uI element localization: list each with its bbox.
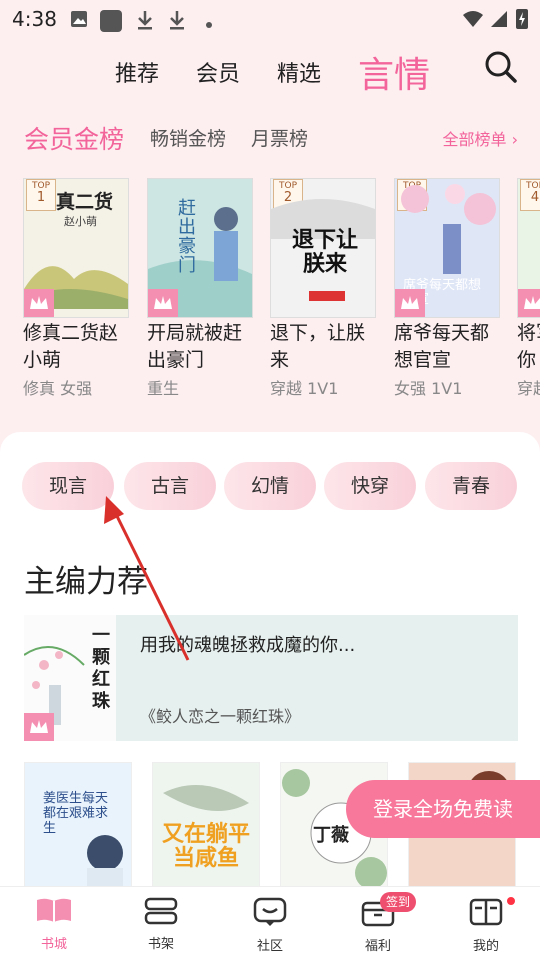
status-bar: 4:38 bbox=[0, 0, 540, 36]
top-rank-tag: TOP1 bbox=[26, 179, 56, 211]
publisher-logo bbox=[309, 291, 345, 301]
category-chip-ancient-romance[interactable]: 古言 bbox=[124, 462, 216, 510]
book-title[interactable]: 席爷每天都想官宣 bbox=[394, 320, 500, 374]
ranked-book[interactable]: TOP1 赶出豪门 开局就被赶出豪门 重生 bbox=[147, 178, 253, 399]
book-cover[interactable]: TOP 2 退下让朕来 bbox=[270, 178, 376, 318]
ranked-book[interactable]: TOP 2 退下让朕来 退下，让朕来 穿越 1V1 bbox=[270, 178, 376, 399]
app-icon bbox=[100, 10, 122, 36]
dot-icon bbox=[205, 14, 213, 33]
bottom-tab-label: 福利 bbox=[364, 939, 391, 954]
book-cover[interactable]: TOP1 赶出豪门 bbox=[147, 178, 253, 318]
book-title[interactable]: 《鲛人恋之一颗红珠》 bbox=[140, 703, 300, 727]
all-rankings-link[interactable]: 全部榜单 › bbox=[443, 126, 519, 150]
book-tags: 重生 bbox=[147, 379, 180, 398]
cover-title: 退下让朕来 bbox=[291, 228, 358, 277]
cover-title: 姜医生每天都在艰难求生 bbox=[43, 791, 109, 836]
book-cover[interactable]: TOP 1 真二货 赵小萌 bbox=[23, 178, 129, 318]
top-rank-tag: TOP4 bbox=[520, 179, 540, 211]
vip-crown-icon bbox=[24, 289, 54, 317]
ranked-book[interactable]: TOP 1 真二货 赵小萌 修真二货赵小萌 修真 女强 bbox=[23, 178, 129, 399]
section-title: 主编力荐 bbox=[24, 564, 148, 600]
book-cover[interactable]: TOP3 席爷每天都想官宣 bbox=[394, 178, 500, 318]
image-icon bbox=[70, 10, 88, 32]
book-title[interactable]: 退下，让朕来 bbox=[270, 320, 376, 374]
cover-title: 赶出豪门 bbox=[178, 198, 196, 276]
book-title[interactable]: 修真二货赵小萌 bbox=[23, 320, 129, 374]
bottom-tab-bookstore[interactable]: 书城 bbox=[24, 897, 84, 952]
top-nav: 推荐 会员 精选 言情 bbox=[0, 44, 540, 100]
bottom-tab-bookshelf[interactable]: 书架 bbox=[131, 897, 191, 952]
vip-crown-icon bbox=[24, 713, 54, 741]
vip-crown-icon bbox=[148, 289, 178, 317]
book-cover[interactable]: TOP4 bbox=[517, 178, 540, 318]
category-chip-youth[interactable]: 青春 bbox=[425, 462, 517, 510]
book-title[interactable]: 开局就被赶出豪门 bbox=[147, 320, 253, 374]
search-icon[interactable] bbox=[484, 50, 518, 88]
tab-member[interactable]: 会员 bbox=[196, 56, 240, 88]
ranked-book[interactable]: TOP4 将军喊你 穿越 bbox=[517, 178, 540, 399]
tab-featured[interactable]: 精选 bbox=[277, 56, 321, 88]
rank-tab-bestseller[interactable]: 畅销金榜 bbox=[150, 124, 226, 151]
cover-title: 真二货 bbox=[56, 191, 114, 213]
wifi-icon bbox=[462, 10, 484, 32]
profile-icon bbox=[469, 898, 503, 931]
bottom-tab-bar: 书城 书架 社区 福利 我的 bbox=[0, 886, 540, 961]
vip-crown-icon bbox=[395, 289, 425, 317]
bookshelf-icon bbox=[144, 897, 178, 929]
welfare-icon bbox=[361, 901, 395, 931]
bottom-tab-label: 社区 bbox=[256, 939, 283, 954]
tab-romance[interactable]: 言情 bbox=[358, 46, 430, 98]
editor-recommend-card[interactable]: 一颗红珠 用我的魂魄拯救成魔的你... 《鲛人恋之一颗红珠》 bbox=[24, 615, 518, 741]
category-chip-modern-romance[interactable]: 现言 bbox=[22, 462, 114, 510]
book-description: 用我的魂魄拯救成魔的你... bbox=[140, 635, 356, 656]
bottom-tab-label: 书架 bbox=[147, 937, 174, 952]
bottom-tab-profile[interactable]: 我的 bbox=[456, 897, 516, 954]
checkin-badge[interactable]: 签到 bbox=[380, 892, 416, 912]
ranked-book[interactable]: TOP3 席爷每天都想官宣 席爷每天都想官宣 女强 1V1 bbox=[394, 178, 500, 399]
download-icon bbox=[168, 10, 186, 34]
rank-tab-monthly-ticket[interactable]: 月票榜 bbox=[251, 124, 308, 151]
battery-icon bbox=[516, 7, 528, 33]
signal-icon bbox=[490, 10, 508, 32]
tab-recommend[interactable]: 推荐 bbox=[115, 56, 159, 88]
book-tags: 穿越 1V1 bbox=[270, 379, 339, 398]
category-chip-fantasy-romance[interactable]: 幻情 bbox=[224, 462, 316, 510]
status-time: 4:38 bbox=[12, 7, 57, 31]
book-title[interactable]: 将军喊你 bbox=[517, 320, 540, 374]
login-free-read-button[interactable]: 登录全场免费读 bbox=[346, 780, 540, 838]
category-chips: 现言 古言 幻情 快穿 青春 bbox=[22, 462, 540, 512]
book-cover[interactable]: 姜医生每天都在艰难求生 bbox=[24, 762, 132, 894]
book-cover[interactable]: 一颗红珠 bbox=[24, 615, 116, 741]
cover-title: 又在躺平当咸鱼 bbox=[161, 822, 250, 871]
rank-tabs: 会员金榜 畅销金榜 月票榜 全部榜单 › bbox=[0, 120, 540, 156]
book-tags: 穿越 bbox=[517, 379, 540, 398]
download-icon bbox=[136, 10, 154, 34]
vip-crown-icon bbox=[518, 289, 540, 317]
book-tags: 修真 女强 bbox=[23, 379, 93, 398]
community-icon bbox=[253, 897, 287, 931]
cover-title: 一颗红珠 bbox=[92, 625, 110, 712]
rank-tab-member-gold[interactable]: 会员金榜 bbox=[24, 120, 124, 156]
bottom-tab-label: 我的 bbox=[472, 939, 499, 954]
cover-title: 丁薇 bbox=[313, 825, 349, 846]
bottom-tab-community[interactable]: 社区 bbox=[240, 897, 300, 954]
category-chip-quick-transmigration[interactable]: 快穿 bbox=[324, 462, 416, 510]
book-city-icon bbox=[35, 898, 73, 929]
bottom-tab-label: 书城 bbox=[40, 937, 67, 952]
cover-subtitle: 赵小萌 bbox=[64, 215, 97, 228]
book-tags: 女强 1V1 bbox=[394, 379, 463, 398]
notification-dot bbox=[507, 897, 515, 905]
book-cover[interactable]: 又在躺平当咸鱼 bbox=[152, 762, 260, 894]
